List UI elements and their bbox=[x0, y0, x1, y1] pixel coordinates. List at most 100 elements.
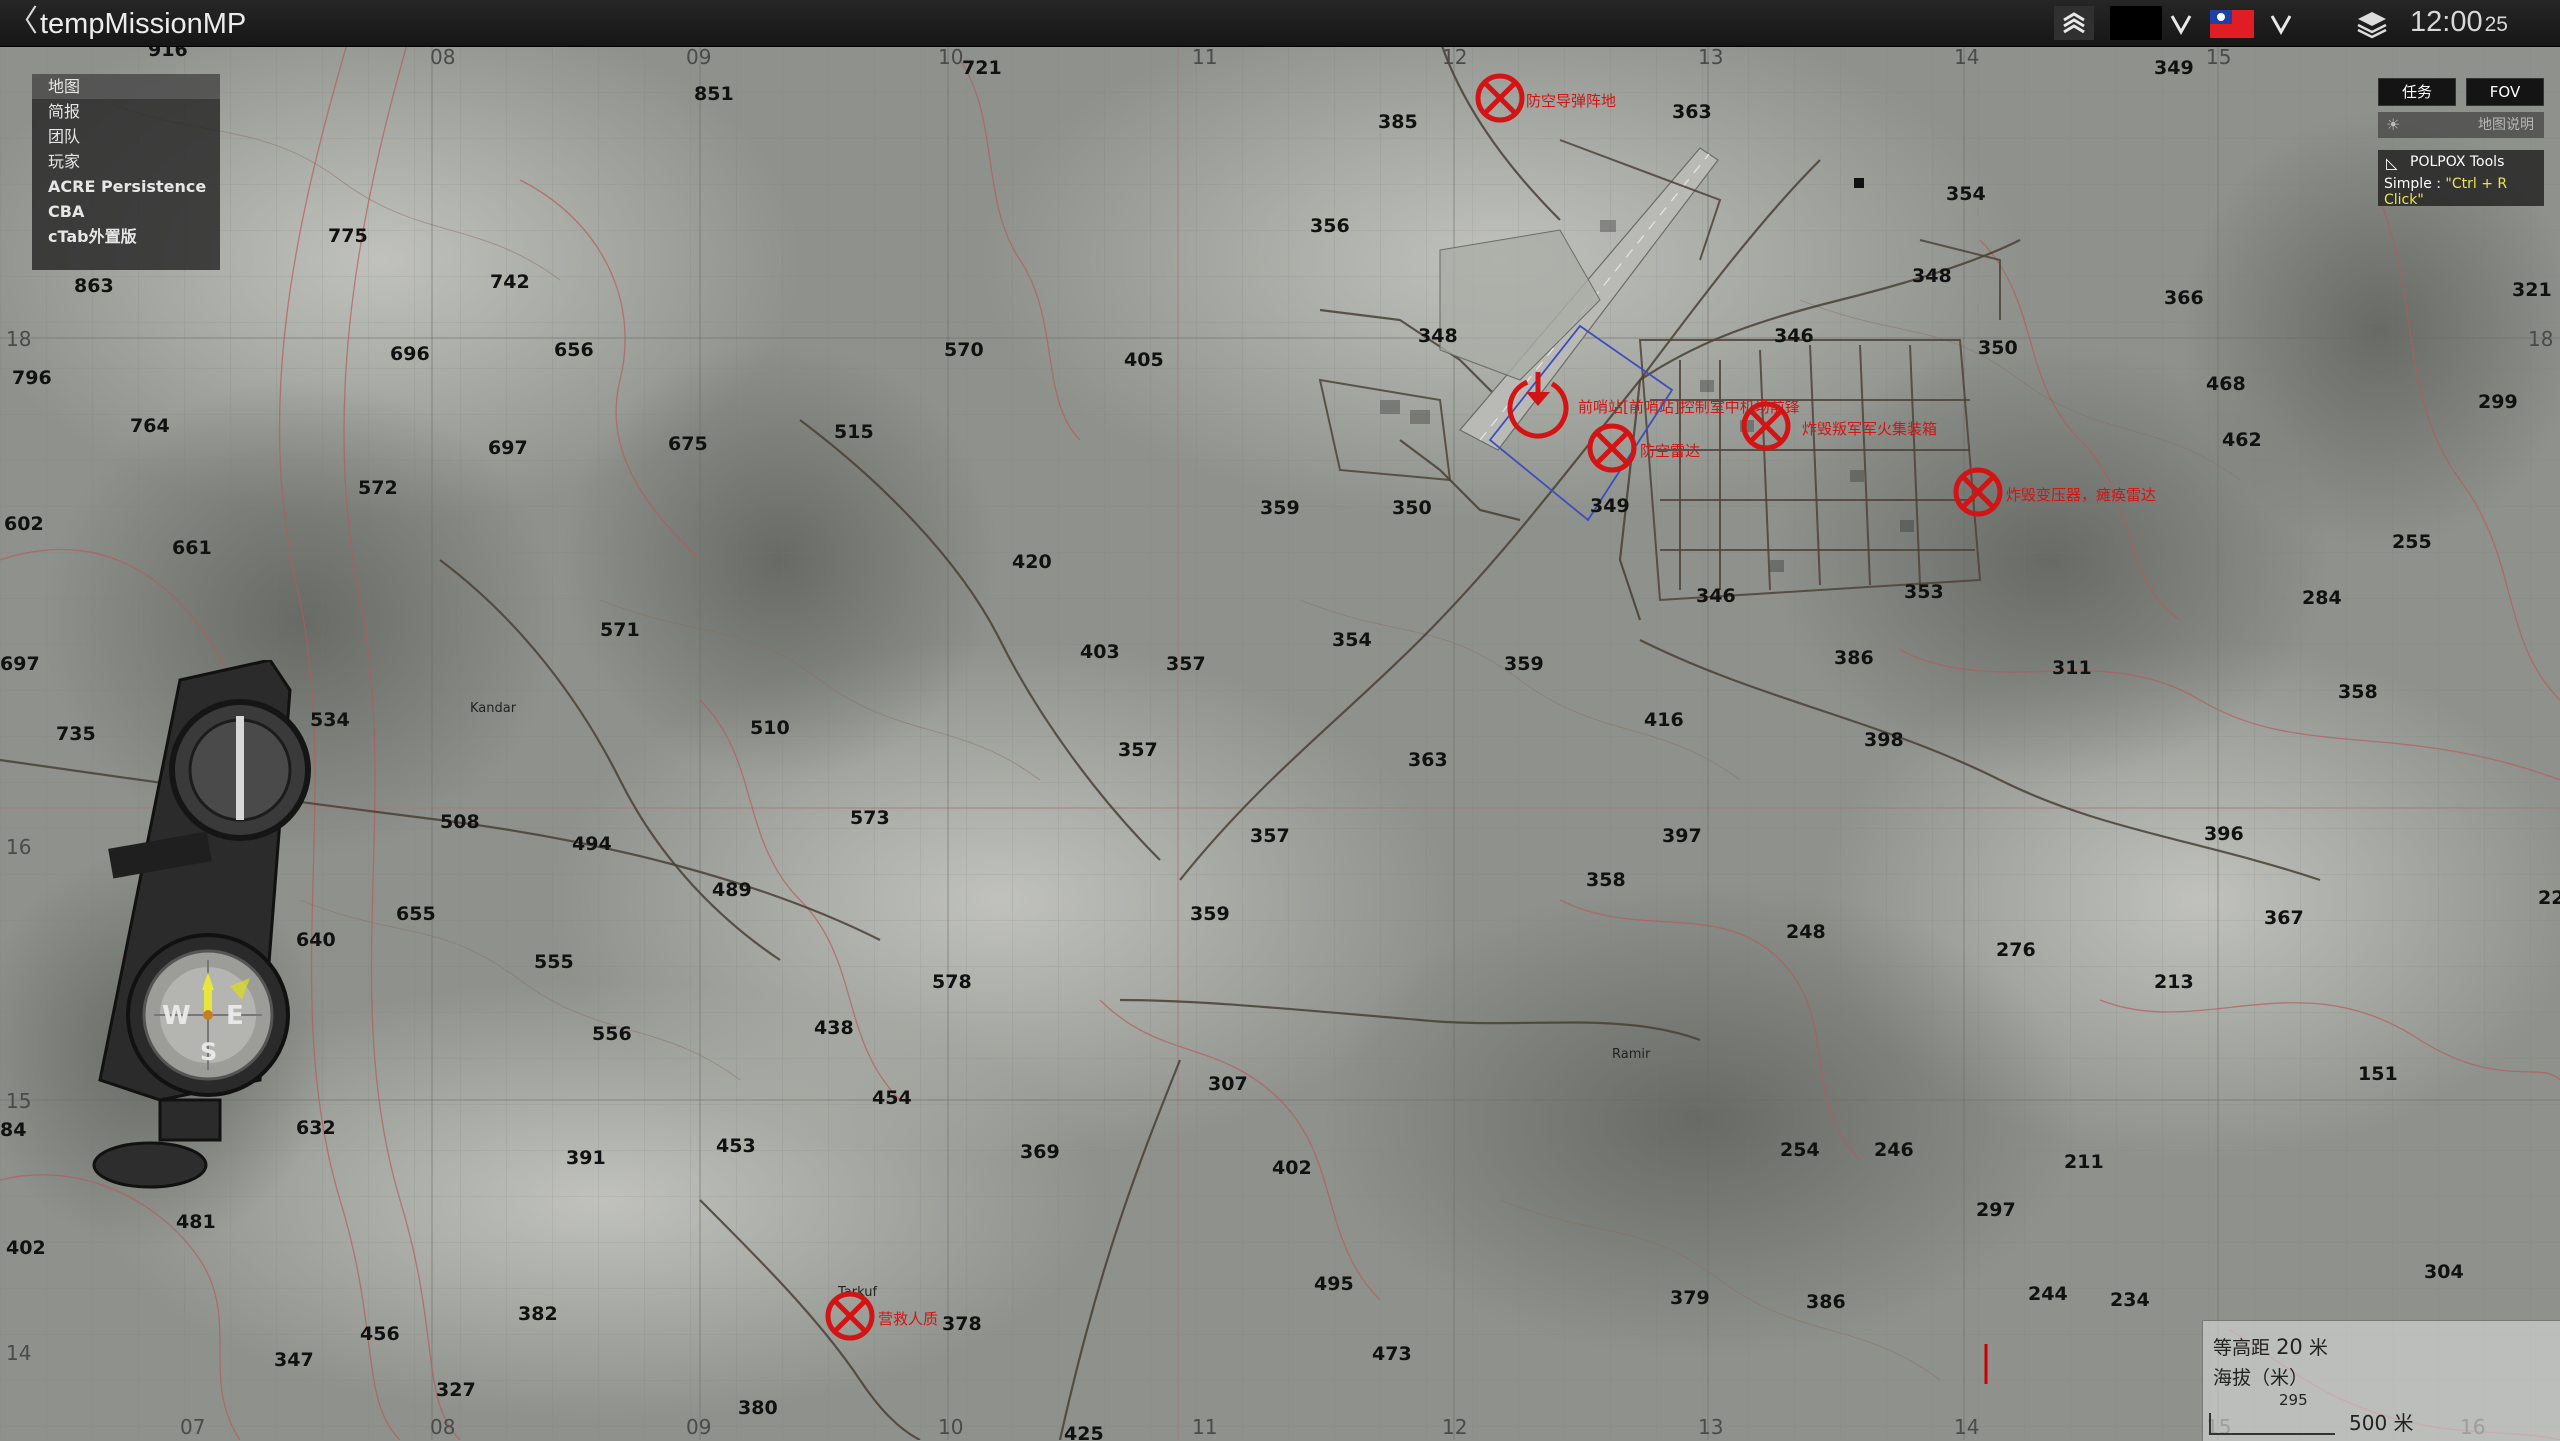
elevation-label: 402 bbox=[1272, 1157, 1312, 1179]
grid-label-bottom-08: 08 bbox=[430, 1415, 455, 1439]
menu-item-map[interactable]: 地图 bbox=[32, 74, 220, 99]
menu-item-acre-persistence[interactable]: ACRE Persistence bbox=[32, 174, 220, 199]
grid-label-bottom-11: 11 bbox=[1192, 1415, 1217, 1439]
elevation-label: 234 bbox=[2110, 1289, 2150, 1311]
elevation-label: 572 bbox=[358, 477, 398, 499]
elevation-label: 397 bbox=[1662, 825, 1702, 847]
elevation-label: 405 bbox=[1124, 349, 1164, 371]
elevation-label: 276 bbox=[1996, 939, 2036, 961]
elevation-label: 366 bbox=[2164, 287, 2204, 309]
scale-bar bbox=[2209, 1413, 2335, 1435]
elevation-label: 602 bbox=[4, 513, 44, 535]
menu-item-players[interactable]: 玩家 bbox=[32, 149, 220, 174]
chevron-down-icon[interactable] bbox=[2266, 6, 2296, 40]
marker-label: 营救人质 bbox=[878, 1310, 938, 1328]
elevation-label: 510 bbox=[750, 717, 790, 739]
menu-item-briefing[interactable]: 简报 bbox=[32, 99, 220, 124]
compass-south: S bbox=[200, 1038, 217, 1066]
menu-item-ctab[interactable]: cTab外置版 bbox=[32, 224, 220, 249]
compass-east: E bbox=[226, 1001, 244, 1031]
grid-label-top-15: 15 bbox=[2206, 45, 2231, 69]
contour-label: 等高距 bbox=[2213, 1337, 2271, 1359]
elevation-label: 213 bbox=[2154, 971, 2194, 993]
compass-widget[interactable]: W E S bbox=[90, 660, 350, 1200]
menu-item-cba[interactable]: CBA bbox=[32, 199, 220, 224]
elevation-label: 284 bbox=[2302, 587, 2342, 609]
map-legend-button[interactable]: ☀ 地图说明 bbox=[2378, 112, 2544, 138]
elevation-label: 363 bbox=[1408, 749, 1448, 771]
elevation-label: 655 bbox=[396, 903, 436, 925]
grid-label-left-14: 14 bbox=[6, 1341, 31, 1365]
contour-value: 20 bbox=[2276, 1335, 2303, 1359]
elevation-label: 311 bbox=[2052, 657, 2092, 679]
task-button[interactable]: 任务 bbox=[2378, 78, 2456, 106]
elevation-label: 578 bbox=[932, 971, 972, 993]
elevation-label: 481 bbox=[176, 1211, 216, 1233]
town-kandar: Kandar bbox=[470, 701, 517, 716]
sun-icon: ☀ bbox=[2386, 115, 2401, 134]
elevation-label: 697 bbox=[488, 437, 528, 459]
elevation-label: 84 bbox=[0, 1119, 26, 1141]
grid-label-left-18: 18 bbox=[6, 327, 31, 351]
elevation-label: 416 bbox=[1644, 709, 1684, 731]
elevation-label: 764 bbox=[130, 415, 170, 437]
grid-label-bottom-09: 09 bbox=[686, 1415, 711, 1439]
elevation-label: 359 bbox=[1190, 903, 1230, 925]
back-button[interactable]: 〈 bbox=[8, 6, 38, 38]
black-flag-icon[interactable] bbox=[2110, 6, 2162, 40]
map-scale-box: 等高距 20 米 海拔（米） 295 500 米 bbox=[2202, 1320, 2560, 1441]
elevation-label: 696 bbox=[390, 343, 430, 365]
elevation-label: 489 bbox=[712, 879, 752, 901]
elevation-label: 248 bbox=[1786, 921, 1826, 943]
elevation-label: 775 bbox=[328, 225, 368, 247]
map-layers-icon[interactable] bbox=[2054, 6, 2094, 40]
elevation-label: 851 bbox=[694, 83, 734, 105]
elevation-label: 494 bbox=[572, 833, 612, 855]
elevation-label: 358 bbox=[2338, 681, 2378, 703]
elevation-label: 359 bbox=[1260, 497, 1300, 519]
marker-label: 前哨站[前哨站]控制室中机场前锋 bbox=[1578, 398, 1800, 416]
elevation-label: 379 bbox=[1670, 1287, 1710, 1309]
elevation-label: 391 bbox=[566, 1147, 606, 1169]
marker-label: 防空导弹阵地 bbox=[1526, 92, 1616, 110]
taiwan-flag-icon[interactable] bbox=[2210, 10, 2254, 38]
fov-button[interactable]: FOV bbox=[2466, 78, 2544, 106]
elevation-label: 357 bbox=[1250, 825, 1290, 847]
elevation-label: 570 bbox=[944, 339, 984, 361]
elevation-label: 321 bbox=[2512, 279, 2552, 301]
grid-label-top-13: 13 bbox=[1698, 45, 1723, 69]
grid-label-top-11: 11 bbox=[1192, 45, 1217, 69]
chevron-down-icon[interactable] bbox=[2166, 6, 2196, 40]
polpox-tools-panel[interactable]: ◺ POLPOX Tools Simple : "Ctrl + R Click" bbox=[2378, 150, 2544, 208]
elevation-label: 382 bbox=[518, 1303, 558, 1325]
menu-item-team[interactable]: 团队 bbox=[32, 124, 220, 149]
elevation-label: 796 bbox=[12, 367, 52, 389]
elevation-label: 369 bbox=[1020, 1141, 1060, 1163]
elevation-label: 555 bbox=[534, 951, 574, 973]
elevation-label: 367 bbox=[2264, 907, 2304, 929]
elevation-label: 495 bbox=[1314, 1273, 1354, 1295]
elevation-label: 385 bbox=[1378, 111, 1418, 133]
elevation-label: 571 bbox=[600, 619, 640, 641]
elevation-label: 349 bbox=[2154, 57, 2194, 79]
elevation-label: 347 bbox=[274, 1349, 314, 1371]
elevation-label: 211 bbox=[2064, 1151, 2104, 1173]
elevation-label: 346 bbox=[1696, 585, 1736, 607]
elevation-label: 462 bbox=[2222, 429, 2262, 451]
terrain-map[interactable]: 08 09 10 11 12 13 14 15 07 08 09 10 11 1… bbox=[0, 0, 2560, 1440]
elevation-label: 297 bbox=[1976, 1199, 2016, 1221]
elevation-label: 354 bbox=[1332, 629, 1372, 651]
polpox-title: POLPOX Tools bbox=[2410, 154, 2505, 170]
distance-value: 500 bbox=[2349, 1411, 2388, 1435]
grid-label-top-14: 14 bbox=[1954, 45, 1979, 69]
elevation-label: 380 bbox=[738, 1397, 778, 1419]
top-bar: 〈 tempMissionMP 12:0025 bbox=[0, 0, 2560, 47]
compass-west: W bbox=[162, 1001, 191, 1031]
elevation-label: 386 bbox=[1834, 647, 1874, 669]
elevation-label: 349 bbox=[1590, 495, 1630, 517]
clock-time: 12:00 bbox=[2410, 6, 2483, 38]
elevation-label: 354 bbox=[1946, 183, 1986, 205]
layers-icon[interactable] bbox=[2352, 6, 2392, 40]
elevation-label: 244 bbox=[2028, 1283, 2068, 1305]
elevation-label: 473 bbox=[1372, 1343, 1412, 1365]
